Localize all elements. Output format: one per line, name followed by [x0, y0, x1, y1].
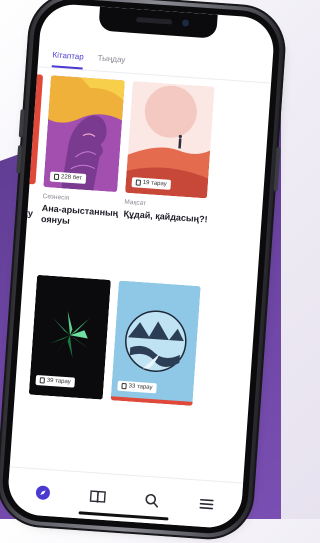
app-screen: Кітаптар Тыңдау қу 228 бет Cөзнесія Ана-…: [6, 2, 276, 530]
book-1-length: 228 бет: [60, 174, 83, 182]
nav-menu[interactable]: [195, 492, 218, 515]
home-indicator[interactable]: [78, 511, 169, 521]
book-2-length: 19 тарау: [142, 179, 167, 188]
book-2-title: Құдай, қайдасың?!: [123, 208, 208, 225]
book-3-length: 39 тарау: [46, 377, 71, 386]
book-card-3[interactable]: 39 тарау: [28, 274, 111, 400]
document-icon: [53, 173, 60, 181]
search-icon: [145, 493, 159, 508]
document-icon: [121, 382, 127, 390]
nav-library[interactable]: [86, 485, 109, 508]
book-4-length: 33 тарау: [128, 383, 153, 392]
tab-listen[interactable]: Тыңдау: [97, 53, 125, 72]
nav-search[interactable]: [140, 489, 163, 512]
book-card-4[interactable]: 33 тарау: [110, 280, 201, 406]
nav-discover[interactable]: [31, 481, 54, 504]
document-icon: [39, 377, 45, 384]
book-1-genre: Cөзнесія: [42, 192, 70, 202]
book-card-2[interactable]: 19 тарау: [125, 80, 215, 199]
book-icon: [89, 490, 106, 503]
speaker: [136, 17, 173, 25]
book-1-title-line2: оянуы: [40, 213, 71, 226]
phone-device: Кітаптар Тыңдау қу 228 бет Cөзнесія Ана-…: [0, 0, 289, 543]
front-camera: [181, 19, 190, 27]
book-grid: қу 228 бет Cөзнесія Ана-арыстанның оянуы…: [10, 68, 271, 483]
book-card-1[interactable]: 228 бет: [43, 75, 125, 193]
tab-books[interactable]: Кітаптар: [51, 50, 85, 70]
document-icon: [135, 179, 142, 186]
menu-icon: [199, 498, 214, 510]
compass-icon: [36, 485, 51, 500]
book-2-genre: Мақсат: [124, 198, 147, 208]
